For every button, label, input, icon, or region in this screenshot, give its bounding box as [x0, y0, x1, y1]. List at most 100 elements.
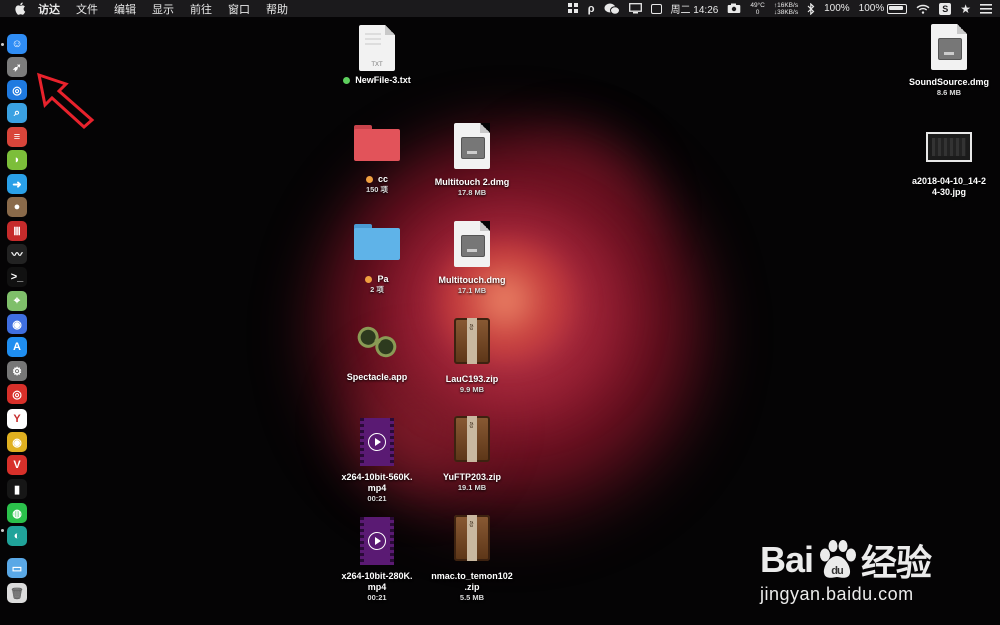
dock-app-red-icon[interactable]: ≡ [7, 127, 27, 147]
dock-app-bars-icon[interactable]: Ⅲ [7, 221, 27, 241]
dock-migration-icon[interactable]: ➜ [7, 174, 27, 194]
svg-text:du: du [831, 565, 843, 577]
desktop-file-multitouch2[interactable]: Multitouch 2.dmg 17.8 MB [422, 123, 522, 197]
s-app-icon[interactable]: S [939, 2, 952, 15]
desktop-folder-pa[interactable]: Pa 2 项 [327, 224, 427, 294]
folder-count: 150 项 [365, 185, 389, 194]
desktop-app-spectacle[interactable]: Spectacle.app [327, 322, 427, 383]
file-name: Multitouch 2.dmg [434, 177, 510, 187]
menu-file[interactable]: 文件 [76, 1, 98, 17]
file-name-line2: mp4 [367, 582, 387, 592]
display-icon[interactable] [628, 3, 642, 14]
star-icon[interactable]: ★ [960, 2, 971, 16]
dock-app-store-icon[interactable]: A [7, 337, 27, 357]
menu-edit[interactable]: 编辑 [114, 1, 136, 17]
disk-image-icon [931, 24, 967, 70]
desktop-file-soundsource[interactable]: SoundSource.dmg 8.6 MB [899, 24, 999, 97]
zip-archive-icon [454, 515, 490, 561]
disk-image-icon [454, 221, 490, 267]
system-stats[interactable]: 49°C 0 [750, 2, 765, 16]
bluetooth-icon[interactable] [807, 2, 815, 15]
file-name: Multitouch.dmg [438, 275, 506, 285]
dock-android-icon[interactable]: ◗ [7, 150, 27, 170]
file-name: NewFile-3.txt [355, 75, 411, 85]
tag-dot [365, 276, 373, 284]
folder-icon [354, 224, 400, 260]
dock-activity-monitor-icon[interactable]: 〰 [7, 244, 27, 264]
dock-running-indicator [1, 43, 4, 46]
desktop-file-nmac[interactable]: nmac.to_temon102.zip 5.5 MB [422, 515, 522, 602]
camera-icon[interactable] [727, 3, 741, 14]
desktop-file-screenshot[interactable]: a2018-04-10_14-2 4-30.jpg [899, 132, 999, 198]
file-name-line1: x264-10bit-280K. [341, 571, 413, 581]
desktop-file-video280[interactable]: x264-10bit-280K. mp4 00:21 [327, 517, 427, 602]
baidu-paw-icon: du [820, 540, 857, 578]
battery-icon [887, 3, 908, 14]
file-name-line2: .zip [464, 582, 480, 592]
zip-archive-icon [454, 416, 490, 462]
video-duration: 00:21 [367, 593, 387, 602]
wechat-status-icon[interactable] [604, 3, 620, 15]
desktop-file-lauc[interactable]: LauC193.zip 9.9 MB [422, 318, 522, 394]
dock-preview-icon[interactable]: ⌕ [7, 103, 27, 123]
disk-image-icon [454, 123, 490, 169]
dock-siri-icon[interactable]: ◉ [7, 314, 27, 334]
folder-name: cc [377, 174, 388, 184]
dock-chrome-icon[interactable]: ◉ [7, 432, 27, 452]
dock-terminal-2-icon[interactable]: ▮ [7, 479, 27, 499]
desktop-file-newfile[interactable]: TXT NewFile-3.txt [327, 25, 427, 86]
zip-archive-icon [454, 318, 490, 364]
dock-app-teal-icon[interactable]: ◐ [7, 526, 27, 546]
window-icon[interactable] [650, 3, 662, 14]
dock-netease-music-icon[interactable]: ◎ [7, 384, 27, 404]
fan-readout: 0 [755, 8, 760, 16]
net-down-readout: ↓38KB/s [773, 8, 799, 16]
dock-terminal-icon[interactable]: >_ [7, 267, 27, 287]
p-icon[interactable]: ρ [588, 3, 595, 15]
dock-finder-icon[interactable]: ☺ [7, 34, 27, 54]
desktop-file-yuftp[interactable]: YuFTP203.zip 19.1 MB [422, 416, 522, 492]
menu-list-icon[interactable] [980, 3, 992, 14]
file-size: 19.1 MB [457, 483, 487, 492]
volume-percent[interactable]: 100% [824, 3, 850, 14]
watermark-url: jingyan.baidu.com [760, 584, 914, 604]
menu-view[interactable]: 显示 [152, 1, 174, 17]
desktop-file-video560[interactable]: x264-10bit-560K. mp4 00:21 [327, 418, 427, 503]
menu-help[interactable]: 帮助 [266, 1, 288, 17]
dock-system-preferences-icon[interactable]: ⚙ [7, 361, 27, 381]
dock-yandex-icon[interactable]: Y [7, 409, 27, 429]
file-name-line2: mp4 [367, 483, 387, 493]
battery-indicator[interactable]: 100% [859, 3, 908, 14]
dock-trash-icon[interactable]: 🗑 [7, 583, 27, 603]
apple-menu-icon[interactable] [12, 0, 28, 17]
video-file-icon [360, 418, 394, 466]
file-name: SoundSource.dmg [908, 77, 989, 87]
net-up-readout: ↑16KB/s [773, 1, 799, 9]
dock-shell-icon[interactable]: ● [7, 197, 27, 217]
video-file-icon [360, 517, 394, 565]
menu-window[interactable]: 窗口 [228, 1, 250, 17]
dock-maps-icon[interactable]: ⌖ [7, 291, 27, 311]
image-thumbnail-icon [926, 132, 972, 162]
file-name: YuFTP203.zip [442, 472, 502, 482]
wifi-icon[interactable] [916, 4, 930, 14]
network-speed[interactable]: ↑16KB/s ↓38KB/s [774, 2, 798, 16]
dock-downloads-folder-icon[interactable]: ▭ [7, 558, 27, 578]
file-size: 17.1 MB [457, 286, 487, 295]
tag-dot [343, 77, 351, 85]
dock-safari-icon[interactable]: ◎ [7, 80, 27, 100]
file-size: 8.6 MB [936, 88, 962, 97]
dock-vivaldi-icon[interactable]: V [7, 455, 27, 475]
dock-wechat-icon[interactable]: ◍ [7, 503, 27, 523]
dock-launchpad-icon[interactable]: ➶ [7, 57, 27, 77]
desktop-file-multitouch[interactable]: Multitouch.dmg 17.1 MB [422, 221, 522, 295]
baidu-jingyan-watermark: Bai du 经验 jingyan.baidu.com [760, 534, 945, 605]
file-name-line1: nmac.to_temon102 [431, 571, 513, 581]
menu-go[interactable]: 前往 [190, 1, 212, 17]
file-size: 17.8 MB [457, 188, 487, 197]
grid-icon[interactable] [567, 3, 579, 14]
menu-app-name[interactable]: 访达 [38, 1, 60, 17]
file-name-line1: x264-10bit-560K. [341, 472, 413, 482]
desktop-folder-cc[interactable]: cc 150 项 [327, 125, 427, 194]
clock[interactable]: 周二 14:26 [671, 1, 719, 16]
